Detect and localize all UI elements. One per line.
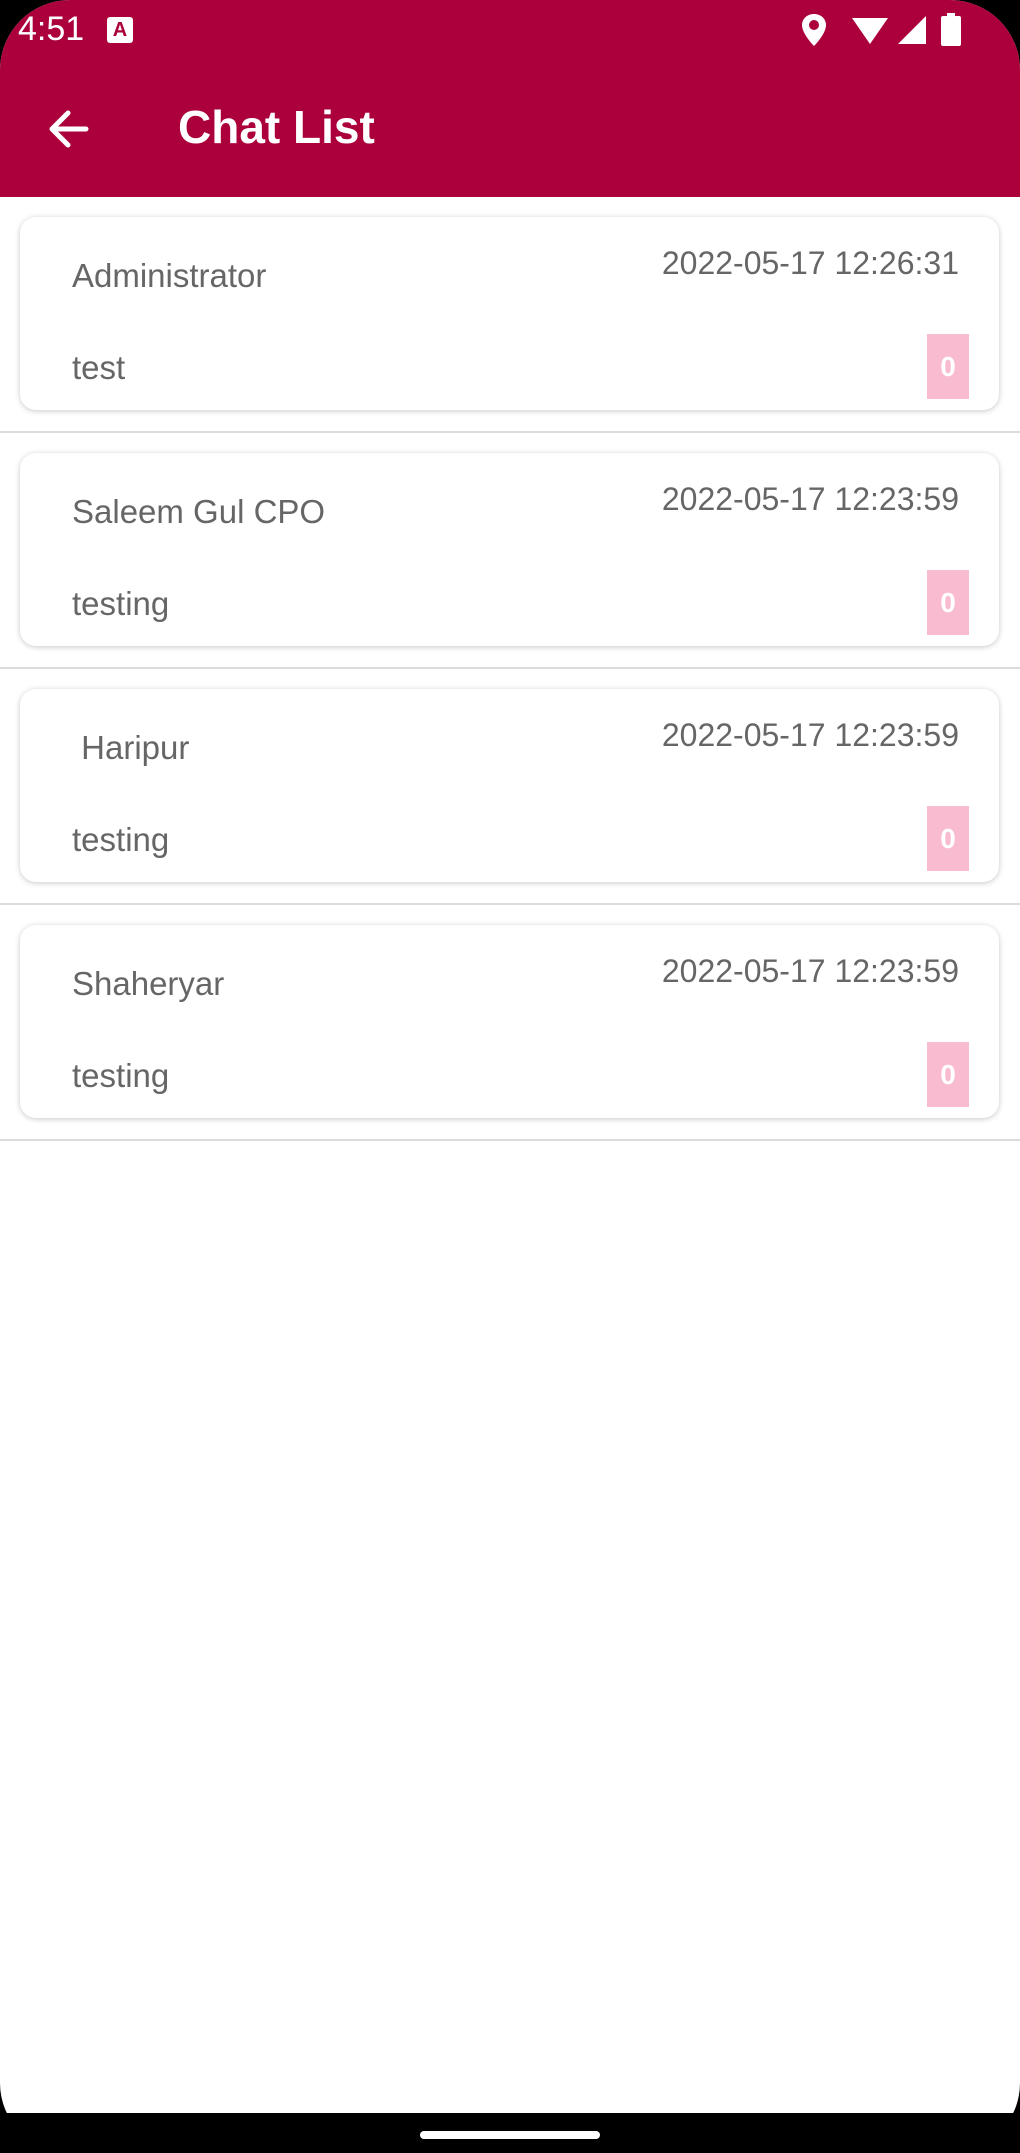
chat-row-shaheryar: Shaheryar 2022-05-17 12:23:59 testing 0	[0, 905, 1020, 1141]
status-time: 4:51	[18, 10, 85, 48]
chat-list: Administrator 2022-05-17 12:26:31 test 0…	[0, 197, 1020, 1141]
page-title: Chat List	[178, 101, 375, 153]
chat-card[interactable]: Haripur 2022-05-17 12:23:59 testing 0	[20, 689, 999, 882]
status-bar: 4:51 A	[0, 0, 1020, 60]
unread-count-badge: 0	[927, 334, 969, 399]
chat-card[interactable]: Shaheryar 2022-05-17 12:23:59 testing 0	[20, 925, 999, 1118]
chat-row-haripur: Haripur 2022-05-17 12:23:59 testing 0	[0, 669, 1020, 905]
back-button[interactable]	[34, 98, 102, 160]
chat-row-administrator: Administrator 2022-05-17 12:26:31 test 0	[0, 197, 1020, 433]
screen: 4:51 A Chat List Administrator 2022-05-1…	[0, 0, 1020, 2153]
unread-count-badge: 0	[927, 570, 969, 635]
chat-last-message: testing	[72, 1057, 170, 1094]
chat-card[interactable]: Saleem Gul CPO 2022-05-17 12:23:59 testi…	[20, 453, 999, 646]
chat-timestamp: 2022-05-17 12:23:59	[661, 481, 959, 517]
app-bar: 4:51 A Chat List	[0, 0, 1020, 197]
status-icons	[800, 12, 990, 48]
signal-icon	[898, 16, 926, 44]
chat-card[interactable]: Administrator 2022-05-17 12:26:31 test 0	[20, 217, 999, 410]
chat-row-saleem-gul-cpo: Saleem Gul CPO 2022-05-17 12:23:59 testi…	[0, 433, 1020, 669]
chat-name: Saleem Gul CPO	[72, 493, 326, 530]
chat-name: Haripur	[72, 729, 190, 766]
chat-timestamp: 2022-05-17 12:26:31	[661, 245, 959, 281]
unread-count-badge: 0	[927, 1042, 969, 1107]
chat-last-message: testing	[72, 585, 170, 622]
location-icon	[802, 14, 826, 46]
chat-timestamp: 2022-05-17 12:23:59	[661, 717, 959, 753]
chat-last-message: testing	[72, 821, 170, 858]
battery-icon	[941, 13, 961, 46]
notification-icon: A	[107, 17, 133, 43]
chat-timestamp: 2022-05-17 12:23:59	[661, 953, 959, 989]
unread-count-badge: 0	[927, 806, 969, 871]
home-gesture-handle[interactable]	[420, 2131, 600, 2139]
chat-last-message: test	[72, 349, 126, 386]
arrow-left-icon	[49, 110, 89, 148]
chat-name: Shaheryar	[72, 965, 225, 1002]
chat-name: Administrator	[72, 257, 267, 294]
wifi-icon	[852, 18, 888, 44]
